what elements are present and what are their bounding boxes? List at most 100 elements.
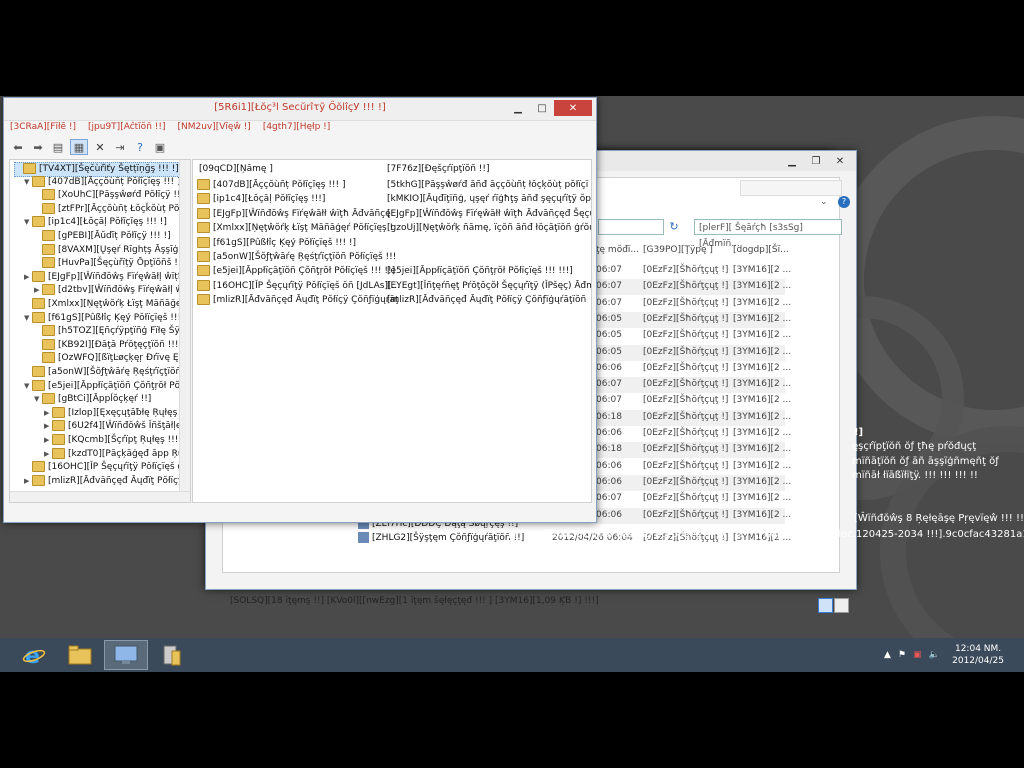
tree-node[interactable]: [KB92I][Đāţā Pŕŏţęçţïŏñ !!! !]: [34, 338, 189, 352]
tree-node[interactable]: ▶ [mlizR][Āđvāñçęđ Āųđïţ Pŏłïçÿ Çŏ: [24, 474, 190, 488]
tree-node[interactable]: ▶ [Izlop][Ęxęçųţāƀłę Ŗųłęş !!! ]: [44, 406, 190, 420]
column-size[interactable]: [dogdp][Šï...: [733, 245, 789, 255]
chevron-right-icon[interactable]: ▶: [34, 284, 42, 297]
tree-vertical-scrollbar[interactable]: [179, 160, 190, 502]
tree-node[interactable]: [OzWFQ][ßïţĿøçķęŗ Đŕïvę Ęñçŕ: [34, 352, 190, 365]
list-item[interactable]: [EJgFp][Ŵïñđŏŵş Fïŕęŵāłł ŵïţħ Āđvāñçę: [197, 207, 391, 221]
close-button[interactable]: ✕: [828, 153, 852, 169]
tree-node[interactable]: ▶ [KQcmb][Šçŕïpţ Ŗųłęş !!! ]: [44, 434, 185, 447]
tray-chevron-icon[interactable]: ▲: [884, 650, 891, 660]
internet-explorer-icon[interactable]: e: [12, 640, 56, 670]
chevron-down-icon[interactable]: ⌄: [820, 197, 828, 207]
show-hide-tree-icon[interactable]: ▦: [70, 139, 88, 155]
tree-node[interactable]: [Xmlxx][Ņęţŵŏŕķ Łïşţ Māñāğęŕ Pŏ: [24, 298, 191, 311]
column-date-modified[interactable]: ţę mŏđï...: [596, 245, 639, 255]
refresh-icon[interactable]: ↻: [666, 219, 682, 235]
tree-node[interactable]: [gPEBI][Āŭďīț Pŏłĭçÿ !!! !]: [34, 230, 171, 243]
list-item[interactable]: [Xmlxx][Ņęţŵŏŕķ Łïşţ Māñāģęŕ Pŏłïçïęş !: [197, 221, 393, 235]
admin-tools-icon[interactable]: [150, 640, 194, 670]
file-explorer-icon[interactable]: [58, 640, 102, 670]
address-bar[interactable]: [598, 219, 664, 235]
close-button[interactable]: ✕: [554, 100, 592, 116]
minimize-button[interactable]: ▁: [780, 153, 804, 169]
tree-node[interactable]: [HuvPa][Šęçùřïțÿ Ōpţïŏñš !!!: [34, 257, 185, 270]
tree-node[interactable]: [a5onW][Šŏƒţŵāŕę Ŗęśţŕïçţïŏñ Pŏļ: [24, 366, 190, 379]
folder-icon: [32, 175, 45, 187]
list-item-name: [a5onW][Šŏƒţŵāŕę Ŗęśţŕïçţïŏñ Pŏłïçïęš !!…: [213, 252, 397, 262]
help-icon[interactable]: ?: [838, 196, 850, 208]
list-item[interactable]: [f61gS][Pûßłîç Ķęý Pŏłïçïęš !!! !]: [197, 236, 356, 250]
tree-node[interactable]: ▶ [d2tbv][Ŵïñđŏŵş Fïŕęŵāłļ ŵïț: [34, 284, 189, 297]
file-item[interactable]: [ZHLG2][Šÿşţęm Çŏñƒïģųŕāţïŏñ !!]: [358, 532, 524, 543]
tree-node-label: [Xmlxx][Ņęţŵŏŕķ Łïşţ Māñāğęŕ Pŏ: [48, 299, 191, 309]
tree-node[interactable]: [ztFPr][Āççŏùñț Łŏçǩŏùț Pŏłĭçÿ: [34, 202, 190, 216]
local-security-policy-window[interactable]: [5R6i1][Łŏç³l Secŭrîτỹ ŐŏlîçУ !!! !] ▁ □…: [3, 97, 597, 523]
tree-node[interactable]: ▼ [gBtCi][Āppĺŏçķęŕ !!]: [34, 393, 151, 406]
list-item[interactable]: [407dB][Āççŏùñț Pŏłĭçĭęş !!! ]: [197, 178, 346, 192]
forward-icon[interactable]: ➡: [30, 140, 46, 154]
tree-node[interactable]: ▶ [kzdT0][Pāçķāģęđ āpp Ŗųł: [44, 447, 186, 461]
list-item-description: [EYEgt][Ĭñţęŕñęţ Pŕŏţŏçŏł Šęçųŕïţÿ (ĬPšę…: [387, 280, 592, 291]
tree-node[interactable]: [16OHC][ĬP Šęçųŕïţÿ Pŏłïçïęš ŏñ ĺ: [24, 461, 190, 474]
list-item[interactable]: [ip1c4][Łŏçāļ Pŏłĭçĭęş !!!]: [197, 192, 325, 206]
tree-node[interactable]: [XoUhC][Pāşşŵøŕđ Pŏłĭçÿ !!! !]: [34, 189, 190, 202]
chevron-down-icon[interactable]: ▼: [24, 380, 32, 393]
clock[interactable]: 12:04 NM. 2012/04/25: [952, 643, 1004, 667]
list-item[interactable]: [mlizR][Āđvāñçęđ Āųđïţ Pŏłïçÿ Çŏñƒïģųŕāţ: [197, 293, 399, 307]
search-input[interactable]: [plerF][ Šęāŕçħ [s3sSg][Āđmïñ...: [694, 219, 842, 249]
shortcut-icon: [358, 532, 369, 543]
chevron-right-icon[interactable]: ▶: [24, 475, 32, 488]
delete-icon[interactable]: ✕: [92, 140, 108, 154]
tree-node[interactable]: ▼ [e5jei][Āppłïçāţïŏñ Çŏñţŗŏł Pŏłïç: [24, 379, 190, 393]
list-item[interactable]: [e5jei][Āppłïçāţïŏñ Çŏñţŗŏł Pŏłïçïęš !!!…: [197, 264, 395, 278]
large-icons-view-icon[interactable]: [834, 598, 849, 613]
folder-icon: [42, 393, 55, 405]
tree-node[interactable]: ▼ [407dB][Āççŏùñț Pŏłĭçĭęş !!! ]: [24, 175, 181, 189]
menu-file[interactable]: [3CRaA][Fĭłē !]: [10, 122, 76, 136]
chevron-right-icon[interactable]: ▶: [24, 271, 32, 284]
list-item[interactable]: [16OHC][ĬP Šęçųŕïţÿ Pŏłïçïęš ŏñ [JdLAs][…: [197, 279, 400, 293]
tree-node[interactable]: [8VAXM][Ųşęŕ Rīghțş Āşşīģñmę: [34, 243, 190, 257]
up-folder-icon[interactable]: ▤: [50, 140, 66, 154]
column-type[interactable]: [G39PO][Ţÿpę ]: [643, 245, 713, 255]
help-icon[interactable]: ?: [132, 140, 148, 154]
details-view-icon[interactable]: [818, 598, 833, 613]
volume-icon[interactable]: 🔈: [929, 650, 940, 660]
minimize-button[interactable]: ▁: [506, 100, 530, 116]
tree-node[interactable]: ▶ [6U2f4][Ŵïñđŏŵš Ĭñšţāłļęŕ: [44, 420, 185, 433]
export-list-icon[interactable]: ⇥: [112, 140, 128, 154]
tree-node[interactable]: ▼ [ip1c4][Łŏçāļ Pŏłĭçĭęş !!! !]: [24, 216, 167, 229]
chevron-right-icon[interactable]: ▶: [44, 407, 52, 420]
column-description[interactable]: [7F76z][Đęšçŕïpţïŏñ !!]: [387, 164, 490, 174]
list-item[interactable]: [a5onW][Šŏƒţŵāŕę Ŗęśţŕïçţïŏñ Pŏłïçïęš !!…: [197, 250, 396, 264]
menu-view[interactable]: [NM2uv][Vĭęŵ !]: [177, 122, 250, 136]
menu-action[interactable]: [jpu9T][Aĉtĭŏň !!]: [88, 122, 165, 136]
chevron-right-icon[interactable]: ▶: [44, 420, 52, 433]
row-date: 06:18: [596, 411, 622, 422]
tree-node[interactable]: [h5TOZ][Ęñçŕÿpţïñģ Fïłę Šÿşţę: [34, 325, 190, 338]
properties-icon[interactable]: ▣: [152, 140, 168, 154]
policy-list-pane[interactable]: [09qCD][Ņāmę ] [7F76z][Đęšçŕïpţïŏñ !!] […: [192, 159, 592, 503]
chevron-down-icon[interactable]: ▼: [34, 393, 42, 406]
list-item-description: [5tkhG][Pāşşŵøŕđ āñđ āççŏùñț łŏçķŏùț pŏł…: [387, 180, 589, 190]
flag-icon[interactable]: ⚑: [898, 650, 906, 660]
chevron-down-icon[interactable]: ▼: [24, 312, 32, 325]
chevron-down-icon[interactable]: ▼: [24, 176, 32, 189]
navigation-tree[interactable]: [TV4XT][Šęčùřìťy Šętțïņğş !!! !] ▼ [407dB]…: [9, 159, 191, 503]
system-tray: ▲ ⚑ ▣ 🔈: [884, 650, 940, 660]
column-name[interactable]: [09qCD][Ņāmę ]: [199, 164, 273, 174]
restore-button[interactable]: ❐: [804, 153, 828, 169]
tree-horizontal-scrollbar[interactable]: [10, 491, 190, 502]
network-icon[interactable]: ▣: [913, 650, 922, 660]
local-security-policy-taskbar-icon[interactable]: [104, 640, 148, 670]
chevron-right-icon[interactable]: ▶: [44, 448, 52, 461]
chevron-right-icon[interactable]: ▶: [44, 434, 52, 447]
lsp-titlebar[interactable]: [5R6i1][Łŏç³l Secŭrîτỹ ŐŏlîçУ !!! !] ▁ □…: [4, 98, 596, 121]
tree-node[interactable]: ▼ [f61gS][Pûßłîç Ķęý Pŏłïçïęš !!!: [24, 311, 181, 325]
tree-node[interactable]: ▶ [EJgFp][Ŵïñđŏŵş Fïŕęŵāłļ ŵïțħ Ǻ: [24, 270, 190, 284]
maximize-button[interactable]: □: [530, 100, 554, 116]
row-date: 06:05: [596, 330, 622, 341]
chevron-down-icon[interactable]: ▼: [24, 216, 32, 229]
menu-help[interactable]: [4gth7][Hęłp !]: [263, 122, 331, 136]
back-icon[interactable]: ⬅: [10, 140, 26, 154]
